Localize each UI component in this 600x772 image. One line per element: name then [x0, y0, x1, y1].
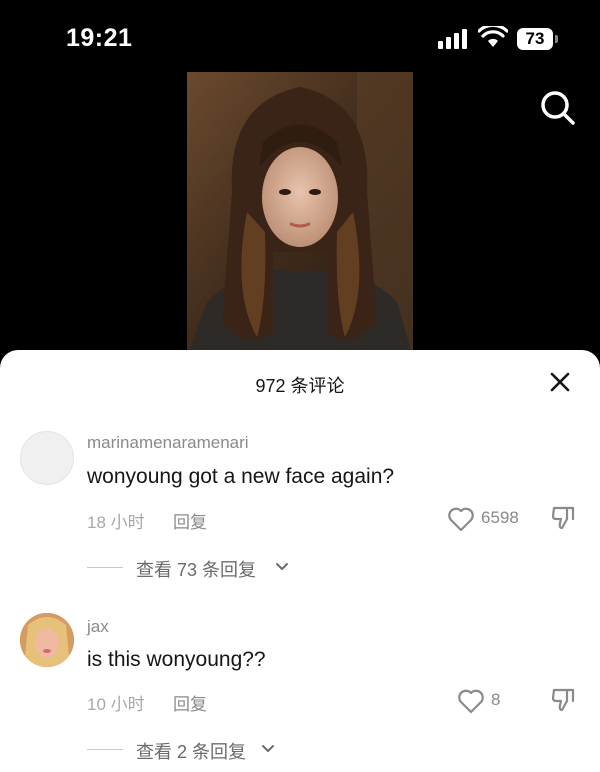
comment-text: wonyoung got a new face again?: [87, 465, 395, 488]
like-count: 8: [491, 690, 501, 709]
comment-time: 10 小时: [87, 695, 145, 714]
avatar-image: [20, 613, 74, 667]
divider: [87, 567, 123, 568]
comments-sheet: 972 条评论 marinamenaramenari wonyoung got …: [0, 350, 600, 772]
signal-icon: [438, 29, 467, 49]
chevron-down-icon: [276, 563, 288, 570]
view-replies-label: 查看 2 条回复: [136, 742, 247, 762]
close-icon[interactable]: [549, 371, 571, 393]
avatar[interactable]: [20, 431, 74, 485]
comment-text: is this wonyoung??: [87, 648, 266, 671]
heart-icon[interactable]: [447, 506, 475, 532]
status-bar: 19:21 73: [0, 0, 600, 70]
wifi-icon: [478, 26, 508, 47]
battery-icon: 73: [517, 28, 553, 50]
divider: [87, 749, 123, 750]
video-portrait-image: [187, 72, 413, 357]
heart-icon[interactable]: [457, 688, 485, 714]
search-icon[interactable]: [538, 88, 578, 128]
video-thumbnail[interactable]: [187, 72, 413, 357]
comment-username[interactable]: marinamenaramenari: [87, 433, 249, 453]
comment-time: 18 小时: [87, 513, 145, 532]
status-time: 19:21: [66, 24, 133, 52]
battery-tip: [555, 35, 558, 43]
avatar[interactable]: [20, 613, 74, 667]
chevron-down-icon: [262, 745, 274, 752]
dislike-icon[interactable]: [550, 505, 576, 531]
view-replies-label: 查看 73 条回复: [136, 560, 257, 580]
comment-username[interactable]: jax: [87, 617, 109, 637]
battery-level: 73: [525, 29, 545, 48]
reply-button[interactable]: 回复: [173, 508, 207, 533]
comments-count-title: 972 条评论: [255, 376, 345, 396]
reply-button[interactable]: 回复: [173, 690, 207, 715]
like-count: 6598: [481, 508, 519, 527]
dislike-icon[interactable]: [550, 687, 576, 713]
